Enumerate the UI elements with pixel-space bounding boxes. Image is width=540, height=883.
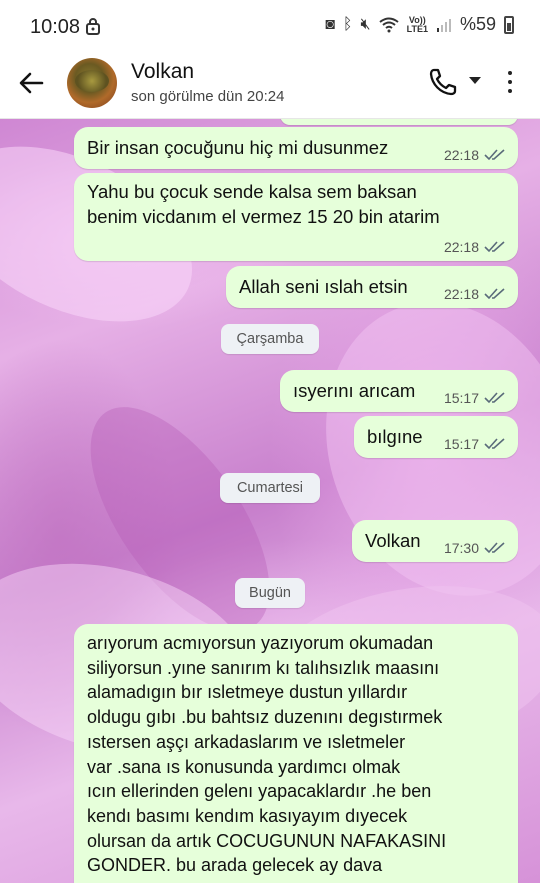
data-saver-icon: ◙ [325, 15, 335, 33]
read-ticks-icon [484, 438, 505, 450]
status-time: 10:08 [30, 16, 81, 38]
status-bar: 10:08 ◙ ᛒ 🔇︎ Vo)) LTE1 %59 [0, 0, 540, 52]
contact-avatar[interactable] [67, 58, 117, 108]
message-bubble-outgoing[interactable]: Allah seni ıslah etsin 22:18 [226, 266, 518, 308]
mute-icon: 🔇︎ [360, 15, 371, 33]
chat-header: Volkan son görülme dün 20:24 [0, 52, 540, 119]
phone-call-icon[interactable] [428, 67, 458, 97]
message-time: 15:17 [443, 436, 479, 452]
date-separator: Bugün [235, 578, 305, 608]
chat-area[interactable]: Bir insan çocuğunu hiç mi dusunmez 22:18… [0, 119, 540, 883]
message-text: Yahu bu çocuk sende kalsa sem baksan ben… [87, 181, 440, 227]
message-bubble-partial[interactable] [280, 119, 518, 125]
date-separator: Cumartesi [220, 473, 320, 503]
contact-name[interactable]: Volkan [131, 60, 194, 84]
lte-indicator: Vo)) LTE1 [406, 14, 428, 34]
lock-icon [86, 18, 100, 35]
read-ticks-icon [484, 288, 505, 300]
message-bubble-outgoing[interactable]: Yahu bu çocuk sende kalsa sem baksan ben… [74, 173, 518, 261]
message-time: 15:17 [443, 390, 479, 406]
wifi-icon [379, 17, 399, 32]
bluetooth-icon: ᛒ [342, 15, 353, 33]
date-separator: Çarşamba [221, 324, 319, 354]
message-bubble-outgoing[interactable]: bılgıne 15:17 [354, 416, 518, 458]
message-meta: 15:17 [444, 390, 506, 406]
signal-icon [436, 18, 451, 32]
message-text: Bir insan çocuğunu hiç mi dusunmez [87, 137, 389, 158]
read-ticks-icon [484, 149, 505, 161]
read-ticks-icon [484, 241, 505, 253]
more-options-icon[interactable] [502, 69, 518, 97]
battery-percent: %59 [459, 14, 496, 34]
message-text: Volkan [365, 530, 421, 551]
last-seen-status[interactable]: son görülme dün 20:24 [131, 88, 284, 105]
message-bubble-outgoing[interactable]: arıyorum acmıyorsun yazıyorum okumadan s… [74, 624, 518, 883]
message-text: ısyerını arıcam [293, 380, 416, 401]
message-bubble-outgoing[interactable]: Bir insan çocuğunu hiç mi dusunmez 22:18 [74, 127, 518, 169]
message-time: 17:30 [443, 540, 479, 556]
read-ticks-icon [484, 542, 505, 554]
message-meta: 17:30 [444, 540, 506, 556]
back-arrow-icon[interactable] [16, 67, 48, 99]
read-ticks-icon [484, 392, 505, 404]
message-meta: 22:18 [444, 239, 506, 255]
message-meta: 22:18 [444, 147, 506, 163]
call-options-chevron-icon[interactable] [469, 77, 481, 84]
message-time: 22:18 [443, 147, 479, 163]
battery-icon [504, 15, 514, 34]
message-text: Allah seni ıslah etsin [239, 276, 408, 297]
message-bubble-outgoing[interactable]: Volkan 17:30 [352, 520, 518, 562]
message-time: 22:18 [443, 286, 479, 302]
message-text: bılgıne [367, 426, 423, 447]
message-meta: 22:18 [444, 286, 506, 302]
message-bubble-outgoing[interactable]: ısyerını arıcam 15:17 [280, 370, 518, 412]
message-text: arıyorum acmıyorsun yazıyorum okumadan s… [87, 633, 447, 876]
message-time: 22:18 [443, 239, 479, 255]
message-meta: 15:17 [444, 436, 506, 452]
